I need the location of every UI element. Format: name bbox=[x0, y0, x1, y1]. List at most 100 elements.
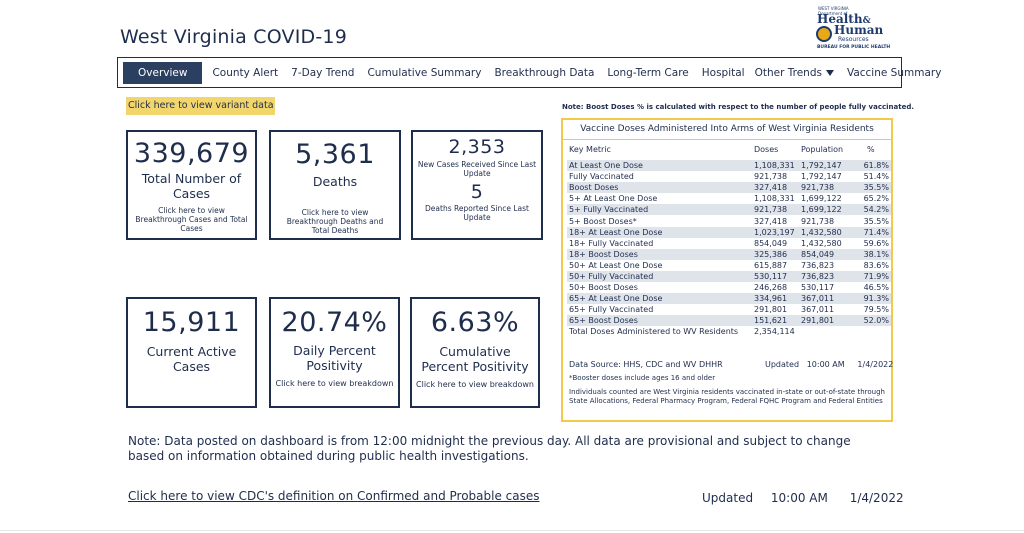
state-seal-icon bbox=[816, 26, 832, 42]
vaccine-row-doses: 854,049 bbox=[754, 238, 788, 248]
vaccine-row-doses: 327,418 bbox=[752, 182, 799, 194]
cdc-definition-link[interactable]: Click here to view CDC's definition on C… bbox=[128, 489, 540, 503]
tab-breakthrough-data[interactable]: Breakthrough Data bbox=[494, 67, 594, 79]
tab-other-trends[interactable]: Other Trends bbox=[755, 67, 834, 79]
col-population: Population bbox=[801, 145, 844, 154]
cumulative-positivity-label: Cumulative Percent Positivity bbox=[421, 344, 529, 374]
tab-other-trends-label: Other Trends bbox=[754, 66, 822, 79]
vaccine-row: 65+ Fully Vaccinated 291,801 367,011 79.5% bbox=[567, 304, 891, 315]
tab-cumulative-summary[interactable]: Cumulative Summary bbox=[367, 67, 481, 79]
tab-overview[interactable]: Overview bbox=[123, 61, 203, 84]
total-doses-label: Total Doses Administered to WV Residents bbox=[569, 327, 739, 337]
vaccine-row-metric: 18+ Boost Doses bbox=[567, 248, 752, 260]
variant-data-link[interactable]: Click here to view variant data bbox=[126, 97, 275, 115]
vaccine-row-doses: 1,023,197 bbox=[752, 226, 799, 238]
vaccine-row-percent: 83.6% bbox=[863, 260, 889, 270]
deaths-breakthrough-link[interactable]: Click here to view Breakthrough Deaths a… bbox=[271, 208, 399, 235]
vaccine-row-percent: 59.6% bbox=[863, 238, 889, 248]
vaccine-row-metric: 50+ Fully Vaccinated bbox=[567, 270, 752, 283]
tab-hospital[interactable]: Hospital bbox=[702, 67, 745, 79]
vaccine-row-doses: 1,108,331 bbox=[752, 160, 799, 172]
col-doses: Doses bbox=[754, 145, 779, 154]
vaccine-table-body: At Least One Dose 1,108,331 1,792,147 61.8%… bbox=[567, 160, 891, 327]
vaccine-row: 5+ Boost Doses* 327,418 921,738 35.5% bbox=[567, 215, 891, 226]
boost-doses-note: Note: Boost Doses % is calculated with r… bbox=[562, 103, 915, 111]
main-nav: Overview County Alert 7-Day Trend Cumula… bbox=[117, 57, 941, 88]
vaccine-row-metric: 65+ At Least One Dose bbox=[567, 293, 752, 305]
logo-human: Human bbox=[834, 23, 884, 37]
vaccine-row-percent: 65.2% bbox=[863, 194, 889, 204]
footer-divider bbox=[0, 530, 1024, 531]
active-cases-value: 15,911 bbox=[142, 307, 241, 338]
total-cases-label: Total Number of Cases bbox=[141, 171, 242, 201]
vaccine-row: 18+ Fully Vaccinated 854,049 1,432,580 59.6… bbox=[567, 238, 891, 249]
page-updated-date: 1/4/2022 bbox=[849, 491, 904, 505]
vaccine-row-percent: 71.9% bbox=[861, 270, 891, 283]
vaccine-row-population: 530,117 bbox=[801, 283, 835, 293]
vaccine-updated-label: Updated bbox=[765, 360, 800, 369]
cumulative-positivity-card[interactable]: 6.63% Cumulative Percent Positivity Clic… bbox=[410, 297, 540, 408]
vaccine-updated-date: 1/4/2022 bbox=[857, 360, 894, 369]
vaccine-row-percent: 79.5% bbox=[863, 305, 889, 315]
vaccine-data-source: Data Source: HHS, CDC and WV DHHR bbox=[569, 360, 723, 369]
vaccine-row-population: 1,792,147 bbox=[801, 172, 842, 182]
vaccine-updated: Updated 10:00 AM 1/4/2022 bbox=[765, 360, 893, 369]
vaccine-row: 50+ Fully Vaccinated 530,117 736,823 71.9% bbox=[567, 270, 891, 283]
vaccine-row-population: 736,823 bbox=[799, 270, 861, 283]
logo-bureau: BUREAU FOR PUBLIC HEALTH bbox=[817, 45, 891, 50]
booster-age-note: *Booster doses include ages 16 and older bbox=[569, 374, 716, 382]
vaccine-row-metric: Fully Vaccinated bbox=[569, 172, 634, 182]
deaths-card[interactable]: 5,361 Deaths Click here to view Breakthr… bbox=[269, 130, 401, 240]
tab-vaccine-summary[interactable]: Vaccine Summary bbox=[847, 67, 941, 79]
vaccine-row: 18+ Boost Doses 325,386 854,049 38.1% bbox=[567, 248, 891, 260]
vaccine-row: 5+ At Least One Dose 1,108,331 1,699,122 65… bbox=[567, 193, 891, 204]
vaccine-row-doses: 334,961 bbox=[752, 293, 799, 305]
vaccine-row: 50+ At Least One Dose 615,887 736,823 83.6% bbox=[567, 260, 891, 271]
daily-positivity-breakdown-link[interactable]: Click here to view breakdown bbox=[271, 379, 398, 388]
vaccine-row-metric: 18+ Fully Vaccinated bbox=[569, 238, 654, 248]
new-deaths-label: Deaths Reported Since Last Update bbox=[425, 204, 529, 222]
tab-7-day-trend[interactable]: 7-Day Trend bbox=[291, 67, 354, 79]
col-key-metric: Key Metric bbox=[569, 145, 611, 154]
new-cases-value: 2,353 bbox=[448, 136, 506, 158]
daily-positivity-value: 20.74% bbox=[281, 307, 388, 338]
vaccine-row: 65+ Boost Doses 151,621 291,801 52.0% bbox=[567, 315, 891, 327]
tab-long-term-care[interactable]: Long-Term Care bbox=[607, 67, 688, 79]
tab-county-alert[interactable]: County Alert bbox=[212, 67, 278, 79]
vaccine-row-population: 367,011 bbox=[801, 305, 835, 315]
vaccine-row-doses: 291,801 bbox=[754, 305, 788, 315]
vaccine-row-percent: 54.2% bbox=[861, 204, 891, 216]
vaccine-row-metric: 18+ At Least One Dose bbox=[567, 226, 752, 238]
vaccine-row: 5+ Fully Vaccinated 921,738 1,699,122 54.2% bbox=[567, 204, 891, 216]
vaccine-doses-panel: Vaccine Doses Administered Into Arms of … bbox=[561, 118, 893, 422]
vaccine-row-doses: 1,108,331 bbox=[754, 194, 795, 204]
chevron-down-icon bbox=[825, 69, 834, 76]
daily-positivity-label: Daily Percent Positivity bbox=[293, 343, 376, 373]
page-updated-label: Updated bbox=[702, 491, 754, 505]
vaccine-row-percent: 61.8% bbox=[861, 160, 891, 172]
individuals-note: Individuals counted are West Virginia re… bbox=[569, 388, 885, 405]
new-cases-label: New Cases Received Since Last Update bbox=[417, 160, 537, 178]
vaccine-table: Key Metric Doses Population % At Least O… bbox=[567, 143, 891, 338]
vaccine-row: 50+ Boost Doses 246,268 530,117 46.5% bbox=[567, 282, 891, 293]
vaccine-row-metric: At Least One Dose bbox=[567, 160, 752, 172]
vaccine-row: 18+ At Least One Dose 1,023,197 1,432,580 7… bbox=[567, 226, 891, 238]
daily-positivity-card[interactable]: 20.74% Daily Percent Positivity Click he… bbox=[269, 297, 400, 408]
vaccine-row-population: 854,049 bbox=[799, 248, 861, 260]
vaccine-row-population: 1,699,122 bbox=[799, 204, 861, 216]
cumulative-positivity-value: 6.63% bbox=[430, 307, 520, 338]
cumulative-positivity-breakdown-link[interactable]: Click here to view breakdown bbox=[412, 380, 538, 389]
active-cases-card: 15,911 Current Active Cases bbox=[126, 297, 257, 408]
page-updated: Updated 10:00 AM 1/4/2022 bbox=[702, 491, 904, 505]
since-last-update-card: 2,353 New Cases Received Since Last Upda… bbox=[411, 130, 543, 240]
total-cases-card[interactable]: 339,679 Total Number of Cases Click here… bbox=[126, 130, 257, 240]
vaccine-panel-title: Vaccine Doses Administered Into Arms of … bbox=[580, 124, 874, 134]
vaccine-row: At Least One Dose 1,108,331 1,792,147 61.8% bbox=[567, 160, 891, 172]
total-cases-breakthrough-link[interactable]: Click here to view Breakthrough Cases an… bbox=[128, 206, 255, 233]
vaccine-panel-divider bbox=[563, 139, 891, 140]
vaccine-row-metric: 5+ Boost Doses* bbox=[569, 216, 637, 226]
total-doses-value: 2,354,114 bbox=[754, 327, 795, 337]
data-disclaimer: Note: Data posted on dashboard is from 1… bbox=[128, 434, 851, 463]
vaccine-row-population: 736,823 bbox=[801, 260, 835, 270]
vaccine-row-doses: 327,418 bbox=[754, 216, 788, 226]
